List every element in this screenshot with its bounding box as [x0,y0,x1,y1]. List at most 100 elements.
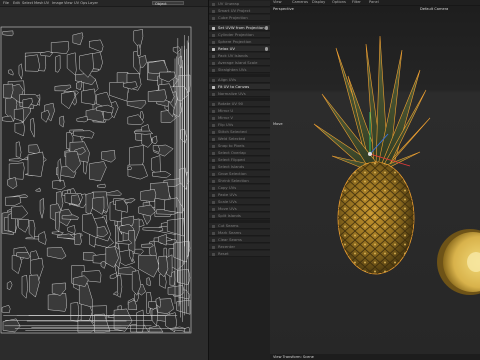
tool-item[interactable]: Mark Seams [209,230,271,236]
tool-icon [212,179,215,183]
tool-icon [212,9,215,13]
tool-icon [212,16,215,20]
vp-menu-display[interactable]: Display [312,0,325,4]
tool-item[interactable]: Scale UVs [209,199,271,205]
uv-island[interactable] [27,151,45,177]
tool-item[interactable]: Snap to Pixels [209,143,271,149]
uv-tools-panel: UV Unwrap Smart UV Project Cube Projection… [208,0,272,360]
tool-label: Smart UV Project [218,8,251,13]
tool-label: Paste UVs [218,192,237,197]
uv-island[interactable] [25,54,40,72]
tool-item[interactable]: Smart UV Project [209,8,271,14]
uv-menu-mesh[interactable]: Mesh [34,1,43,5]
tool-item[interactable]: Paste UVs [209,192,271,198]
uv-island[interactable] [55,211,60,233]
viewport-footer: View Transform: Scene [270,354,480,360]
3d-viewport[interactable]: View Cameras Display Options Filter Pane… [270,0,480,360]
uv-island[interactable] [50,41,70,54]
uv-island[interactable] [3,83,14,99]
tool-item[interactable]: Select Overlap [209,150,271,156]
tool-item[interactable]: Pack UV Islands [209,53,271,59]
tool-item[interactable]: Cut Seams [209,223,271,229]
tool-icon [212,172,215,176]
projection-label[interactable]: Perspective [273,7,294,11]
uv-menu-select[interactable]: Select [22,1,33,5]
camera-label[interactable]: Default Camera [420,7,448,11]
vp-menu-panel[interactable]: Panel [369,0,379,4]
layer-dropdown[interactable]: Object [152,0,184,6]
uv-island[interactable] [47,293,67,312]
vp-menu-filter[interactable]: Filter [352,0,361,4]
tool-icon [212,165,215,169]
uv-menu-layer[interactable]: Layer [88,1,98,5]
tool-item[interactable]: Relax UV [209,46,271,52]
tool-item[interactable]: Cylinder Projection [209,32,271,38]
tool-icon [212,193,215,197]
tool-icon [212,47,215,51]
tool-item[interactable]: Copy UVs [209,185,271,191]
uv-islands-layout [0,26,192,334]
uv-menubar: File Edit Select Mesh UV Image View UV O… [0,0,208,7]
vp-menu-view[interactable]: View [273,0,282,4]
uv-island[interactable] [148,301,157,310]
tool-item[interactable]: Grow Selection [209,171,271,177]
tool-icon [212,224,215,228]
tool-item[interactable]: Average Island Scale [209,60,271,66]
tool-icon [212,92,215,96]
gear-icon[interactable] [264,26,268,30]
tool-item[interactable]: Cube Projection [209,15,271,21]
viewport-scene [270,6,480,354]
uv-island[interactable] [8,162,25,180]
tool-icon [212,200,215,204]
uv-menu-edit[interactable]: Edit [13,1,20,5]
tool-item[interactable]: Align UVs [209,77,271,83]
tool-label: Move UVs [218,206,237,211]
tool-item[interactable]: Select Flipped [209,157,271,163]
gear-icon[interactable] [264,47,268,51]
vp-menu-cameras[interactable]: Cameras [292,0,308,4]
tool-icon [212,26,215,30]
tool-item[interactable]: Split Islands [209,213,271,219]
tool-icon [212,207,215,211]
uv-island[interactable] [140,189,157,202]
tool-item[interactable]: Reset [209,251,271,257]
tool-label: Average Island Scale [218,60,258,65]
uv-island[interactable] [81,88,96,105]
tool-label: Recenter [218,244,236,249]
tool-item[interactable]: Normalize UVs [209,91,271,97]
tool-item[interactable]: Set UVW from Projection [209,25,271,31]
tool-item[interactable]: Clear Seams [209,237,271,243]
uv-island[interactable] [70,302,79,323]
tool-item[interactable]: Rotate UV 90 [209,101,271,107]
uv-island[interactable] [2,30,14,37]
tool-item[interactable]: Shrink Selection [209,178,271,184]
uv-menu-uvops[interactable]: UV Ops [74,1,87,5]
tool-item[interactable]: Fit UV to Canvas [209,84,271,90]
uv-menu-view[interactable]: View [64,1,73,5]
tool-item[interactable]: Select Islands [209,164,271,170]
tool-item[interactable]: Mirror V [209,115,271,121]
tool-item[interactable]: Weld Selected [209,136,271,142]
uv-island[interactable] [52,179,66,191]
tool-label: Pack UV Islands [218,53,248,58]
tool-item[interactable]: Move UVs [209,206,271,212]
tool-item[interactable]: Recenter [209,244,271,250]
tool-icon [212,158,215,162]
tool-item[interactable]: Stitch Selected [209,129,271,135]
uv-island[interactable] [21,274,28,299]
uv-canvas[interactable] [0,7,208,360]
tool-item[interactable]: Sphere Projection [209,39,271,45]
uv-menu-uv[interactable]: UV [44,1,49,5]
uv-island[interactable] [147,89,167,103]
tool-item[interactable]: Flip UVs [209,122,271,128]
uv-island[interactable] [136,309,145,333]
vp-menu-options[interactable]: Options [332,0,346,4]
tool-item[interactable]: UV Unwrap [209,1,271,7]
uv-island[interactable] [55,54,61,73]
uv-menu-file[interactable]: File [3,1,9,5]
tool-item[interactable]: Straighten UVs [209,67,271,73]
tool-item[interactable]: Mirror U [209,108,271,114]
uv-island[interactable] [167,285,185,296]
tool-icon [212,151,215,155]
uv-menu-image[interactable]: Image [52,1,63,5]
